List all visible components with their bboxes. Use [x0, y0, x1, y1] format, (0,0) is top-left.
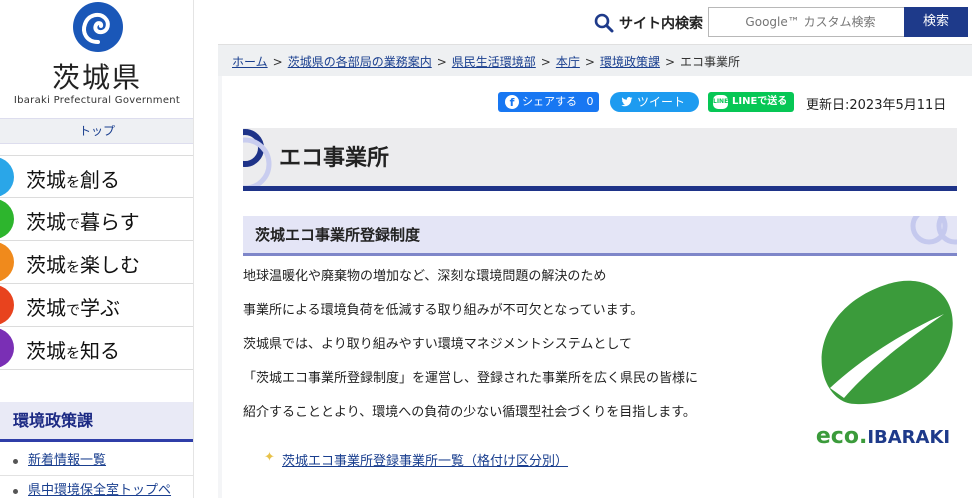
sidebar-item-label: 茨城で学ぶ [26, 296, 120, 320]
sidebar-dept-links: 新着情報一覧 県中環境保全室トップペ [0, 446, 193, 498]
site-logo[interactable]: 茨城県 Ibaraki Prefectural Government [0, 0, 193, 118]
breadcrumb-departments[interactable]: 茨城県の各部局の業務案内 [288, 55, 432, 69]
breadcrumb: ホーム > 茨城県の各部局の業務案内 > 県民生活環境部 > 本庁 > 環境政策課 > エコ事業所 [232, 53, 740, 70]
paragraph: 茨城県では、より取り組みやすい環境マネジメントシステムとして [243, 337, 632, 352]
page-title: エコ事業所 [279, 146, 390, 171]
breadcrumb-separator: > [540, 55, 551, 69]
sparkle-icon: ✦ [264, 450, 275, 465]
eco-leaf-icon [821, 280, 953, 405]
sidebar-nav: 茨城を創る 茨城で暮らす 茨城を楽しむ 茨城で学ぶ 茨城を知る [0, 155, 193, 370]
nav-color-dot [0, 199, 14, 239]
eco-logo-text-b: IBARAKI [867, 427, 951, 448]
ibaraki-emblem-icon [73, 2, 123, 52]
sidebar-item-know[interactable]: 茨城を知る [0, 327, 193, 370]
sidebar-item-label: 茨城で暮らす [26, 210, 140, 234]
nav-color-dot [0, 285, 14, 325]
section-title: 茨城エコ事業所登録制度 [255, 226, 421, 244]
facebook-icon: f [505, 95, 519, 109]
sidebar-item-live[interactable]: 茨城で暮らす [0, 198, 193, 241]
nav-color-dot [0, 328, 14, 368]
search-icon [594, 13, 614, 33]
breadcrumb-living-env[interactable]: 県民生活環境部 [452, 55, 536, 69]
nav-color-dot [0, 157, 14, 197]
twitter-share-label: ツイート [637, 95, 686, 109]
paragraph: 紹介することとより、環境への負荷の少ない循環型社会づくりを目指します。 [243, 405, 696, 420]
intro-text: 地球温暖化や廃棄物の増加など、深刻な環境問題の解決のため 事業所による環境負荷を… [243, 266, 743, 436]
registered-list-link-text[interactable]: 茨城エコ事業所登録事業所一覧（格付け区分別） [282, 450, 568, 469]
eco-logo-text-a: eco. [815, 424, 868, 449]
paragraph: 事業所による環境負荷を低減する取り組みが不可欠となっています。 [243, 303, 644, 318]
page-title-box: エコ事業所 [243, 128, 957, 189]
nav-color-dot [0, 242, 14, 282]
breadcrumb-env-policy[interactable]: 環境政策課 [600, 55, 660, 69]
logo-japanese-name: 茨城県 [51, 61, 142, 94]
breadcrumb-main-office[interactable]: 本庁 [556, 55, 580, 69]
paragraph: 地球温暖化や廃棄物の増加など、深刻な環境問題の解決のため [243, 269, 607, 284]
sidebar-item-label: 茨城を楽しむ [26, 253, 140, 277]
breadcrumb-current: エコ事業所 [680, 55, 741, 69]
breadcrumb-bar: ホーム > 茨城県の各部局の業務案内 > 県民生活環境部 > 本庁 > 環境政策課 > エコ事業所 [218, 44, 972, 76]
line-share-label: LINEで送る [732, 96, 788, 107]
updated-date: 更新日:2023年5月11日 [806, 98, 947, 113]
logo-english-name: Ibaraki Prefectural Government [13, 95, 181, 106]
breadcrumb-separator: > [436, 55, 447, 69]
content-frame: f シェアする 0 ツイート LINE LINEで送る 更新日:2023年5月1… [218, 76, 972, 498]
page-title-underline [243, 186, 957, 191]
main-area: サイト内検索 検索 ホーム > 茨城県の各部局の業務案内 > 県民生活環境部 > 本庁 > 環境… [218, 0, 972, 498]
sidebar-link-news[interactable]: 新着情報一覧 [0, 446, 193, 476]
twitter-share-button[interactable]: ツイート [610, 92, 699, 112]
sidebar-top-link[interactable]: トップ [0, 118, 193, 144]
sidebar-link-env-office[interactable]: 県中環境保全室トップペ [0, 476, 193, 498]
content-body: f シェアする 0 ツイート LINE LINEで送る 更新日:2023年5月1… [222, 76, 972, 498]
line-share-button[interactable]: LINE LINEで送る [708, 92, 794, 112]
sidebar-item-learn[interactable]: 茨城で学ぶ [0, 284, 193, 327]
sidebar-dept-heading: 環境政策課 [0, 402, 193, 442]
site-search: サイト内検索 検索 [218, 6, 972, 37]
breadcrumb-separator: > [272, 55, 283, 69]
eco-logo-text: eco.IBARAKI [808, 424, 958, 449]
breadcrumb-separator: > [664, 55, 676, 69]
facebook-share-count: 0 [586, 95, 594, 108]
search-input[interactable] [708, 7, 905, 37]
sidebar-item-label: 茨城を知る [26, 339, 120, 363]
share-row: f シェアする 0 ツイート LINE LINEで送る 更新日:2023年5月1… [222, 92, 972, 114]
breadcrumb-home[interactable]: ホーム [232, 55, 268, 69]
twitter-bird-icon [621, 97, 633, 107]
sidebar-item-enjoy[interactable]: 茨城を楽しむ [0, 241, 193, 284]
search-label: サイト内検索 [619, 16, 703, 32]
facebook-share-label: シェアする [522, 95, 577, 108]
search-button[interactable]: 検索 [904, 7, 968, 37]
left-sidebar: 茨城県 Ibaraki Prefectural Government トップ 茨… [0, 0, 194, 498]
breadcrumb-separator: > [584, 55, 595, 69]
section-rings-icon [910, 216, 957, 245]
line-icon: LINE [713, 95, 728, 109]
facebook-share-button[interactable]: f シェアする 0 [498, 92, 599, 112]
sidebar-item-create[interactable]: 茨城を創る [0, 155, 193, 198]
section-heading: 茨城エコ事業所登録制度 [243, 216, 957, 256]
sidebar-item-label: 茨城を創る [26, 168, 120, 192]
paragraph: 「茨城エコ事業所登録制度」を運営し、登録された事業所を広く県民の皆様に [243, 371, 699, 386]
